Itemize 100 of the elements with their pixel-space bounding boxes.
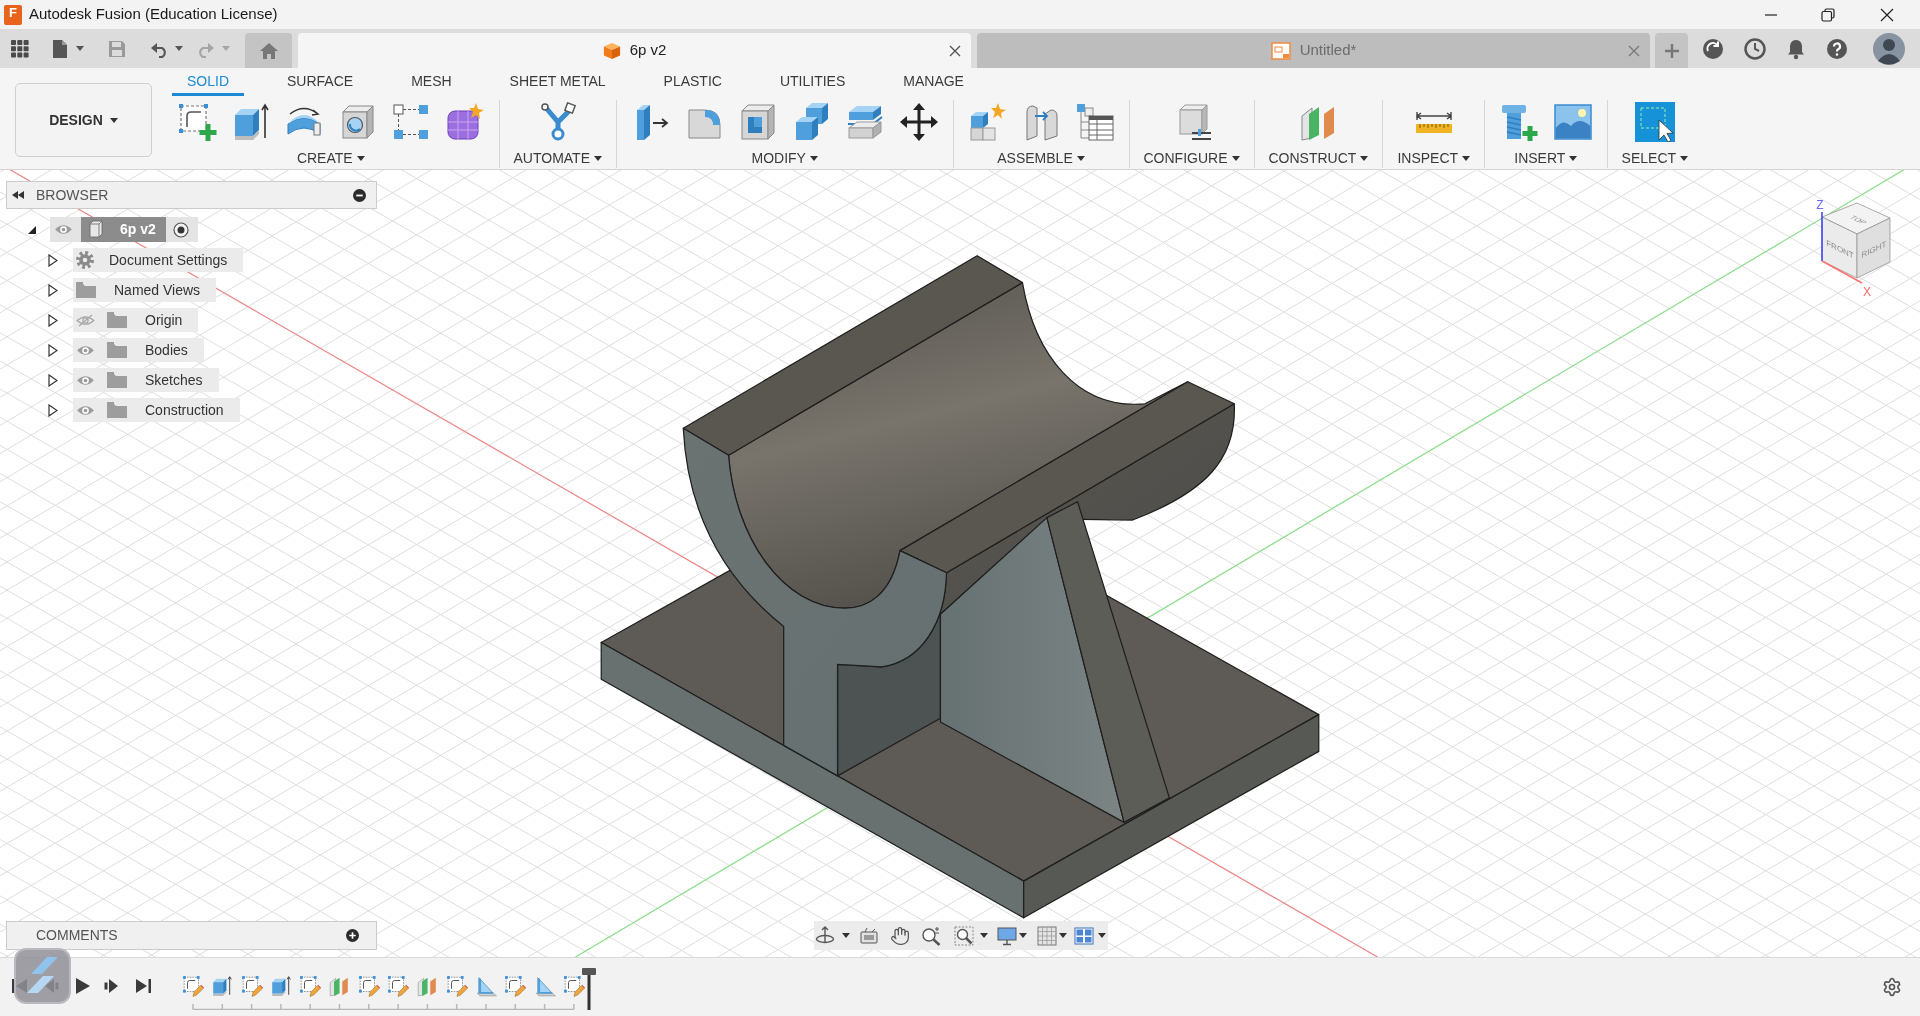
toolbar-tab[interactable]: UTILITIES — [764, 70, 861, 96]
window-panes-icon[interactable] — [1074, 925, 1094, 946]
step-forward-icon[interactable] — [104, 978, 120, 994]
caret-icon[interactable] — [980, 933, 988, 938]
tree-item[interactable]: Origin — [73, 308, 199, 332]
settings-icon[interactable] — [1882, 977, 1902, 997]
caret-icon[interactable] — [1098, 933, 1106, 938]
triangle-right-icon[interactable] — [48, 283, 58, 297]
home-button[interactable] — [245, 33, 292, 68]
caret-icon[interactable] — [1680, 155, 1689, 161]
caret-icon[interactable] — [842, 933, 850, 938]
tree-item[interactable]: Named Views — [73, 278, 217, 302]
triangle-right-icon[interactable] — [48, 403, 58, 417]
sparkle-cube-icon[interactable] — [444, 102, 485, 142]
zoom-icon[interactable] — [921, 925, 941, 946]
caret-icon[interactable] — [1019, 933, 1027, 938]
move-icon[interactable] — [898, 102, 939, 142]
group-menu-button[interactable]: INSERT — [1514, 150, 1578, 166]
group-menu-button[interactable]: CONFIGURE — [1143, 150, 1240, 166]
toolbar-tab[interactable]: MANAGE — [888, 70, 979, 96]
group-menu-button[interactable]: CREATE — [296, 150, 365, 166]
square-nodes-icon[interactable] — [391, 102, 431, 142]
group-menu-button[interactable]: MODIFY — [751, 150, 818, 166]
play-icon[interactable] — [75, 977, 91, 995]
minus-circle-icon[interactable] — [353, 188, 366, 202]
caret-icon[interactable] — [356, 155, 365, 161]
document-tab[interactable]: 6p v2 — [298, 33, 971, 68]
restore-icon[interactable] — [1821, 7, 1835, 22]
tree-item[interactable]: Sketches — [73, 368, 219, 392]
skip-end-icon[interactable] — [135, 978, 151, 994]
timeline-marker[interactable] — [581, 968, 596, 1010]
group-menu-button[interactable]: AUTOMATE — [513, 150, 602, 166]
triangle-right-icon[interactable] — [48, 343, 58, 357]
bolt-plus-icon[interactable] — [1499, 102, 1540, 142]
caret-icon[interactable] — [1569, 155, 1578, 161]
eye-icon[interactable] — [76, 373, 95, 387]
sketch-pencil-icon[interactable] — [445, 975, 468, 997]
toolbar-tab[interactable]: SHEET METAL — [494, 70, 621, 96]
screen-icon[interactable] — [859, 925, 879, 946]
dashed-square-plus-icon[interactable] — [177, 102, 217, 142]
triangle-right-icon[interactable] — [48, 253, 58, 267]
tree-item[interactable]: Construction — [73, 398, 240, 422]
image-icon[interactable] — [1552, 102, 1593, 142]
table-tree-icon[interactable] — [1074, 102, 1115, 142]
group-menu-button[interactable]: INSPECT — [1397, 150, 1471, 166]
caret-icon[interactable] — [76, 46, 84, 51]
sketch-pencil-icon[interactable] — [387, 975, 410, 997]
group-menu-button[interactable]: SELECT — [1621, 150, 1689, 166]
group-menu-button[interactable]: CONSTRUCT — [1268, 150, 1369, 166]
workspace-button[interactable]: DESIGN — [15, 83, 152, 157]
toolbar-tab[interactable]: SOLID — [172, 70, 244, 96]
radio-icon[interactable] — [172, 221, 189, 238]
caret-icon[interactable] — [1462, 155, 1471, 161]
avatar-icon[interactable] — [1873, 32, 1905, 65]
caret-icon[interactable] — [1059, 933, 1067, 938]
group-menu-button[interactable]: ASSEMBLE — [997, 150, 1085, 166]
caret-icon[interactable] — [809, 155, 818, 161]
toolbar-tab[interactable]: SURFACE — [272, 70, 369, 96]
new-tab-button[interactable] — [1655, 33, 1688, 68]
app-grid-icon[interactable] — [11, 39, 29, 58]
sketch-pencil-icon[interactable] — [240, 975, 263, 997]
cursor-select-icon[interactable] — [1634, 102, 1675, 142]
collapse-icon[interactable] — [12, 191, 24, 199]
sketch-pencil-icon[interactable] — [299, 975, 322, 997]
cubes-sparkle-icon[interactable] — [967, 102, 1008, 142]
magnifier-dashed-icon[interactable] — [954, 925, 974, 946]
help-icon[interactable] — [1826, 37, 1848, 60]
box-arrow-icon[interactable] — [211, 975, 234, 997]
triangle-down-icon[interactable] — [27, 224, 37, 235]
bell-icon[interactable] — [1785, 37, 1807, 60]
sketch-pencil-icon[interactable] — [562, 975, 585, 997]
tree-item[interactable]: Bodies — [73, 338, 204, 362]
plus-circle-icon[interactable] — [346, 929, 359, 942]
tree-item[interactable]: Document Settings — [73, 248, 244, 272]
caret-icon[interactable] — [109, 117, 118, 123]
toolbar-tab[interactable]: PLASTIC — [648, 70, 737, 96]
hand-icon[interactable] — [890, 925, 910, 946]
refresh-circle-icon[interactable] — [1702, 37, 1724, 60]
triangle-right-icon[interactable] — [48, 313, 58, 327]
triangle-plate-icon[interactable] — [533, 975, 556, 997]
file-icon[interactable] — [52, 38, 68, 59]
caret-icon[interactable] — [1360, 155, 1369, 161]
triangle-plate-icon[interactable] — [474, 975, 497, 997]
caret-icon[interactable] — [1076, 155, 1085, 161]
triangle-right-icon[interactable] — [48, 373, 58, 387]
eye-icon[interactable] — [54, 223, 73, 236]
hollow-box-icon[interactable] — [738, 102, 778, 142]
eye-icon[interactable] — [76, 343, 95, 357]
caret-icon[interactable] — [175, 46, 183, 51]
close-icon[interactable] — [949, 45, 961, 57]
sketch-pencil-icon[interactable] — [182, 975, 204, 997]
sketch-pencil-icon[interactable] — [504, 975, 527, 997]
caret-icon[interactable] — [594, 155, 602, 161]
caret-icon[interactable] — [1231, 155, 1240, 161]
box-arrow-icon[interactable] — [269, 975, 292, 997]
monitor-icon[interactable] — [997, 925, 1017, 946]
orbit-icon[interactable] — [815, 925, 835, 946]
sketch-pencil-icon[interactable] — [357, 975, 380, 997]
clock-icon[interactable] — [1744, 37, 1766, 60]
toolbar-tab[interactable]: MESH — [396, 70, 467, 96]
